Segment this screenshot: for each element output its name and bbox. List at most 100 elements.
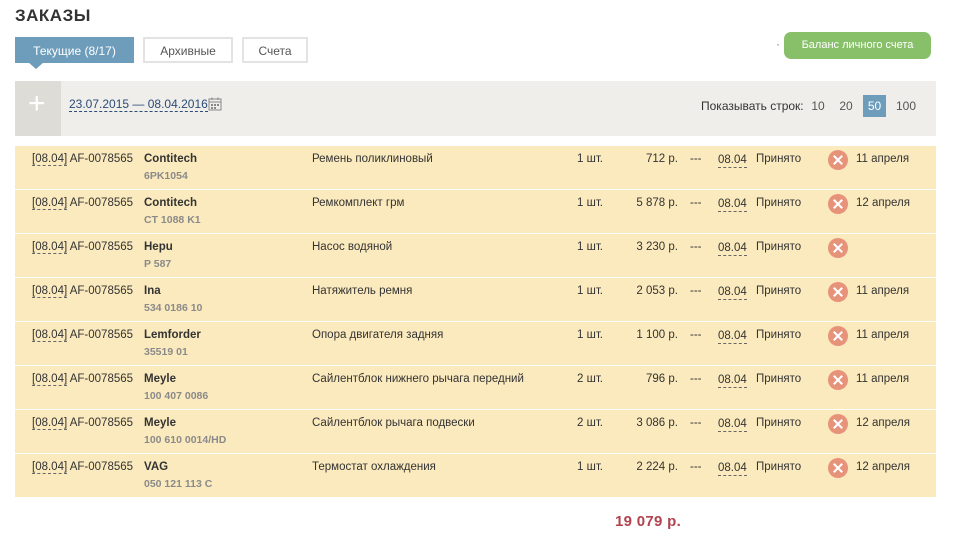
part-name: Термостат охлаждения (312, 461, 436, 473)
page-size-100[interactable]: 100 (893, 95, 919, 117)
expected-date: 11 апреля (856, 329, 910, 341)
order-id: AF-0078565 (69, 197, 134, 209)
delivery-date[interactable]: 08.04 (718, 241, 747, 256)
order-date-link[interactable]: [08.04] (32, 461, 68, 474)
expected-date: 12 апреля (856, 461, 910, 473)
cancel-icon[interactable] (828, 326, 848, 346)
table-row[interactable]: [08.04] AF-0078565 Meyle 100 407 0086 Сайле… (15, 366, 936, 410)
table-row[interactable]: [08.04] AF-0078565 Contitech 6PK1054 Ремень… (15, 146, 936, 190)
order-date[interactable]: [08.04] AF-0078565 (32, 153, 134, 166)
part-name: Опора двигателя задняя (312, 329, 444, 341)
table-row[interactable]: [08.04] AF-0078565 Hepu P 587 Насос водяной… (15, 234, 936, 278)
order-id: AF-0078565 (69, 241, 134, 253)
quantity: 2 шт. (577, 417, 604, 429)
order-date[interactable]: [08.04] AF-0078565 (32, 373, 134, 386)
price: 3 230 р. (636, 241, 678, 253)
part-name: Натяжитель ремня (312, 285, 413, 297)
placeholder-dash: --- (690, 373, 702, 385)
placeholder-dash: --- (690, 241, 702, 253)
cancel-icon[interactable] (828, 370, 848, 390)
price: 712 р. (646, 153, 678, 165)
order-date-link[interactable]: [08.04] (32, 373, 68, 386)
order-date-link[interactable]: [08.04] (32, 241, 68, 254)
expected-date: 11 апреля (856, 373, 910, 385)
price: 796 р. (646, 373, 678, 385)
order-date[interactable]: [08.04] AF-0078565 (32, 197, 134, 210)
tab-current[interactable]: Текущие (8/17) (15, 37, 134, 69)
expected-date: 12 апреля (856, 417, 910, 429)
rows-per-page-label: Показывать строк: (701, 99, 804, 113)
status: Принято (756, 197, 802, 209)
quantity: 1 шт. (577, 241, 604, 253)
part-name: Ремкомплект грм (312, 197, 405, 209)
order-date[interactable]: [08.04] AF-0078565 (32, 417, 134, 430)
cancel-icon[interactable] (828, 458, 848, 478)
quantity: 2 шт. (577, 373, 604, 385)
expected-date: 11 апреля (856, 285, 910, 297)
tab-invoices[interactable]: Счета (242, 37, 308, 63)
order-date-link[interactable]: [08.04] (32, 285, 68, 298)
order-date[interactable]: [08.04] AF-0078565 (32, 461, 133, 474)
status: Принято (756, 461, 802, 473)
brand: Lemforder (144, 329, 201, 341)
table-row[interactable]: [08.04] AF-0078565 VAG 050 121 113 C Термос… (15, 454, 936, 498)
part-number: P 587 (144, 258, 172, 270)
order-date-link[interactable]: [08.04] (32, 197, 68, 210)
placeholder-dash: --- (690, 197, 702, 209)
orders-table: [08.04] AF-0078565 Contitech 6PK1054 Ремень… (15, 146, 936, 498)
order-date-link[interactable]: [08.04] (32, 153, 68, 166)
page-size-10[interactable]: 10 (808, 95, 828, 117)
expected-date: 12 апреля (856, 197, 910, 209)
order-total: 19 079 р. (615, 513, 682, 530)
cancel-icon[interactable] (828, 282, 848, 302)
order-date-link[interactable]: [08.04] (32, 417, 68, 430)
order-id: AF-0078565 (69, 373, 134, 385)
tab-archive[interactable]: Архивные (143, 37, 233, 63)
cancel-icon[interactable] (828, 414, 848, 434)
order-date[interactable]: [08.04] AF-0078565 (32, 329, 133, 342)
delivery-date[interactable]: 08.04 (718, 285, 747, 300)
order-date[interactable]: [08.04] AF-0078565 (32, 285, 133, 298)
add-order-button[interactable]: + (15, 81, 61, 136)
table-row[interactable]: [08.04] AF-0078565 Ina 534 0186 10 Натяжите… (15, 278, 936, 322)
date-range-picker[interactable]: 23.07.2015 — 08.04.2016 (69, 97, 208, 112)
brand: Contitech (144, 153, 198, 165)
part-name: Сайлентблок нижнего рычага передний (312, 373, 524, 385)
delivery-date[interactable]: 08.04 (718, 461, 747, 476)
calendar-icon[interactable] (208, 97, 222, 111)
order-id: AF-0078565 (69, 417, 134, 429)
page-title: ЗАКАЗЫ (15, 6, 91, 25)
cancel-icon[interactable] (828, 150, 848, 170)
page-size-20[interactable]: 20 (836, 95, 856, 117)
table-row[interactable]: [08.04] AF-0078565 Meyle 100 610 0014/HD Са… (15, 410, 936, 454)
brand: Meyle (144, 417, 176, 429)
status: Принято (756, 241, 802, 253)
table-row[interactable]: [08.04] AF-0078565 Contitech CT 1088 K1 Рем… (15, 190, 936, 234)
balance-button[interactable]: Баланс личного счета (784, 32, 931, 59)
order-date-link[interactable]: [08.04] (32, 329, 68, 342)
price: 2 053 р. (636, 285, 678, 297)
part-number: 100 407 0086 (144, 390, 209, 402)
placeholder-dash: --- (690, 329, 702, 341)
part-name: Насос водяной (312, 241, 393, 253)
table-row[interactable]: [08.04] AF-0078565 Lemforder 35519 01 Опора… (15, 322, 936, 366)
cancel-icon[interactable] (828, 194, 848, 214)
quantity: 1 шт. (577, 285, 604, 297)
delivery-date[interactable]: 08.04 (718, 153, 747, 168)
delivery-date[interactable]: 08.04 (718, 329, 747, 344)
placeholder-dash: --- (690, 285, 702, 297)
price: 2 224 р. (636, 461, 678, 473)
page-size-50[interactable]: 50 (863, 95, 886, 117)
quantity: 1 шт. (577, 461, 604, 473)
part-number: 6PK1054 (144, 170, 188, 182)
order-date[interactable]: [08.04] AF-0078565 (32, 241, 134, 254)
delivery-date[interactable]: 08.04 (718, 373, 747, 388)
order-id: AF-0078565 (69, 153, 134, 165)
delivery-date[interactable]: 08.04 (718, 197, 747, 212)
quantity: 1 шт. (577, 329, 604, 341)
brand: Contitech (144, 197, 198, 209)
separator-dot: · (776, 37, 780, 51)
price: 5 878 р. (636, 197, 678, 209)
cancel-icon[interactable] (828, 238, 848, 258)
delivery-date[interactable]: 08.04 (718, 417, 747, 432)
